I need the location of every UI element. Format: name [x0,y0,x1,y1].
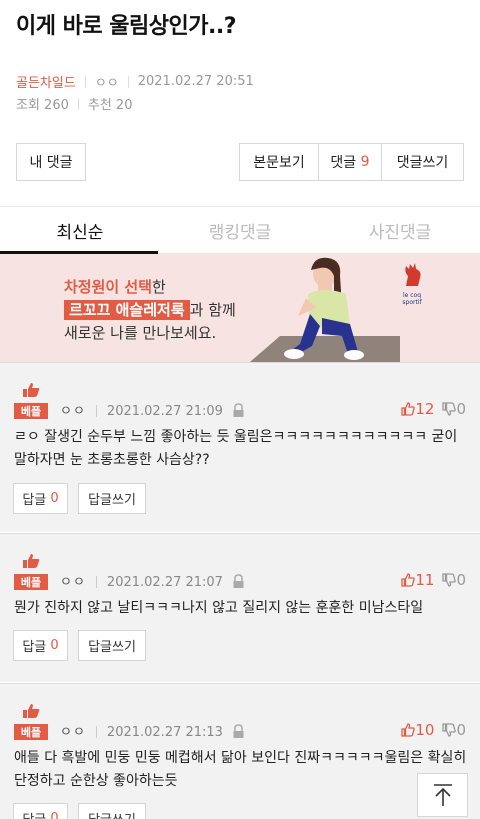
post-recommends: 추천 20 [87,98,133,113]
banner-line-2: 르꼬끄 애슬레저룩 과 함께 [64,299,236,320]
reply-count-button[interactable]: 답글 0 [13,803,68,819]
comment-sort-tabs: 최신순 랭킹댓글 사진댓글 [0,206,480,254]
upvote-button[interactable]: 12 [401,400,434,418]
comment-text: 애들 다 흑발에 민둥 민둥 메컵해서 닮아 보인다 진짜ㅋㅋㅋㅋㅋ울림은 확실… [14,750,467,789]
comment-header: 베플 ㅇㅇ 2021.02.27 21:07 [14,553,245,590]
post-datetime: 2021.02.27 20:51 [137,74,254,89]
comment-datetime: 2021.02.27 21:09 [106,404,223,419]
thumbs-down-icon [442,723,457,737]
post-meta-stats: 조회 260 추천 20 [16,94,132,113]
downvote-button[interactable]: 0 [442,721,466,739]
downvote-button[interactable]: 0 [442,400,466,418]
downvote-count: 0 [456,721,466,739]
rooster-icon [405,263,421,286]
post-nick: ㅇㅇ [94,76,119,91]
comment-text: 뭔가 진하지 않고 날티ㅋㅋㅋ나지 않고 질리지 않는 훈훈한 미남스타일 [14,600,424,616]
upvote-button[interactable]: 10 [401,721,434,739]
comment-votes: 11 0 [401,571,466,589]
comment-item: 베플 ㅇㅇ 2021.02.27 21:07 11 0 뭔가 진하지 않고 날티… [0,533,480,682]
tab-ranking[interactable]: 랭킹댓글 [160,207,320,253]
thumbs-up-icon [401,723,416,737]
downvote-count: 0 [456,571,466,589]
comment-datetime: 2021.02.27 21:13 [106,725,223,740]
downvote-button[interactable]: 0 [442,571,466,589]
ad-banner[interactable]: 차정원이 선택한 르꼬끄 애슬레저룩 과 함께 새로운 나를 만나보세요. le … [0,254,480,362]
thumbs-down-icon [442,573,457,587]
comments-label: 댓글 [330,155,357,171]
le-coq-sportif-logo: le coq sportif [396,262,428,306]
divider [77,97,79,110]
comment-action-group: 본문보기 댓글 9 댓글쓰기 [239,143,464,181]
comment-text: ㄹㅇ 잘생긴 순두부 느낌 좋아하는 듯 울림은ㅋㅋㅋㅋㅋㅋㅋㅋㅋㅋㅋㅋ 굳이 … [14,429,458,468]
best-comment-badge: 베플 [14,382,48,419]
best-comment-badge: 베플 [14,553,48,590]
reply-count-button[interactable]: 답글 0 [13,483,68,514]
report-icon[interactable] [232,724,245,739]
report-icon[interactable] [232,574,245,589]
divider [127,75,129,88]
divider [84,75,86,88]
divider [0,683,480,684]
banner-line-3: 새로운 나를 만나보세요. [64,324,217,342]
post-author-link[interactable]: 골든차일드 [16,72,76,91]
banner-model-image [250,257,400,362]
divider [95,576,97,588]
write-comment-button[interactable]: 댓글쓰기 [382,144,463,180]
report-icon[interactable] [232,403,245,418]
comment-header: 베플 ㅇㅇ 2021.02.27 21:09 [14,382,245,419]
post-title: 이게 바로 울림상인가..? [16,14,236,39]
comment-datetime: 2021.02.27 21:07 [106,575,223,590]
comment-buttons: 답글 0 답글쓰기 [13,630,156,661]
divider [0,533,480,534]
upvote-count: 12 [415,400,435,418]
divider [0,362,480,363]
upvote-count: 11 [415,571,435,589]
comment-votes: 12 0 [401,400,466,418]
write-reply-button[interactable]: 답글쓰기 [78,483,146,514]
comment-item: 베플 ㅇㅇ 2021.02.27 21:13 10 0 애들 다 흑발에 민둥 … [0,683,480,819]
best-comment-badge: 베플 [14,703,48,740]
write-reply-button[interactable]: 답글쓰기 [78,630,146,661]
my-comments-button[interactable]: 내 댓글 [16,143,86,181]
thumbs-up-icon [23,704,40,718]
comment-user: ㅇㅇ [60,575,86,590]
view-post-button[interactable]: 본문보기 [240,144,319,180]
comment-buttons: 답글 0 답글쓰기 [13,483,156,514]
reply-count-button[interactable]: 답글 0 [13,630,68,661]
downvote-count: 0 [456,400,466,418]
thumbs-up-icon [23,554,40,568]
thumbs-up-icon [23,383,40,397]
thumbs-down-icon [442,402,457,416]
arrow-up-icon [433,784,452,806]
upvote-button[interactable]: 11 [401,571,434,589]
comment-buttons: 답글 0 답글쓰기 [13,803,156,819]
post-meta-author: 골든차일드 ㅇㅇ 2021.02.27 20:51 [16,72,254,91]
comments-button[interactable]: 댓글 9 [319,144,382,180]
comment-user: ㅇㅇ [60,725,86,740]
comments-count: 9 [360,154,370,170]
post-views: 조회 260 [16,98,69,113]
divider [95,726,97,738]
thumbs-up-icon [401,573,416,587]
write-reply-button[interactable]: 답글쓰기 [78,803,146,819]
scroll-to-top-button[interactable] [417,773,468,817]
comment-header: 베플 ㅇㅇ 2021.02.27 21:13 [14,703,245,740]
tab-latest[interactable]: 최신순 [0,207,160,254]
divider [95,405,97,417]
upvote-count: 10 [415,721,435,739]
thumbs-up-icon [401,402,416,416]
comment-user: ㅇㅇ [60,404,86,419]
comment-item: 베플 ㅇㅇ 2021.02.27 21:09 12 0 ㄹㅇ 잘생긴 순두부 느… [0,362,480,532]
tab-photo[interactable]: 사진댓글 [320,207,480,253]
comment-votes: 10 0 [401,721,466,739]
banner-line-1: 차정원이 선택한 [64,278,166,296]
